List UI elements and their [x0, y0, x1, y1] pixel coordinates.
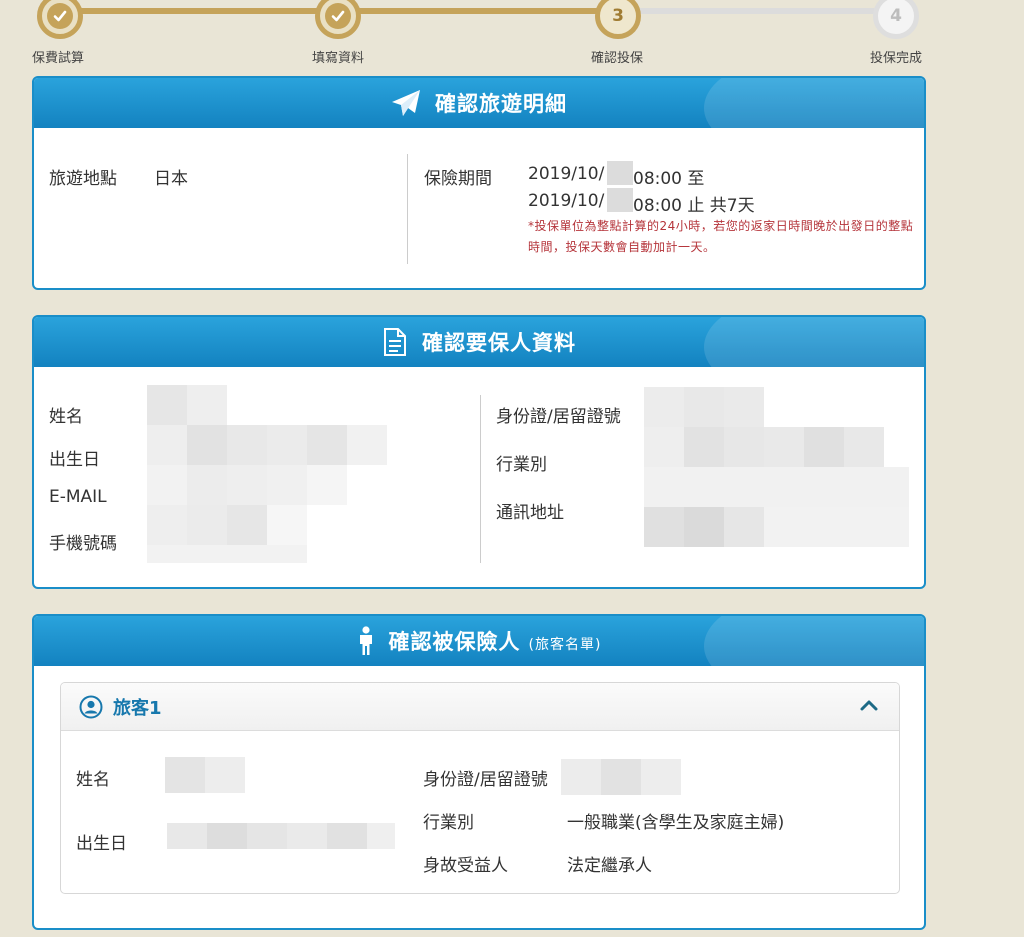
traveler-name-label: 姓名	[76, 770, 110, 790]
period-label: 保險期間	[424, 169, 492, 189]
step-1-circle	[37, 0, 83, 39]
period-end-time: 08:00 止 共7天	[633, 196, 755, 216]
applicant-panel-title: 確認要保人資料	[422, 331, 576, 355]
insured-panel-header: 確認被保險人 (旅客名單)	[34, 616, 924, 666]
collapse-toggle[interactable]	[859, 696, 879, 720]
traveler-card: 旅客1 姓名 出生日 身份證/居留證號 行業別 一般職業(含學生及家庭主婦) 身…	[60, 682, 900, 894]
step-2-label: 填寫資料	[312, 51, 365, 66]
traveler-beneficiary-label: 身故受益人	[423, 856, 508, 876]
applicant-address-label: 通訊地址	[496, 503, 564, 523]
traveler-beneficiary-value: 法定繼承人	[567, 856, 652, 876]
period-start-time: 08:00 至	[633, 169, 705, 189]
applicant-email-label: E-MAIL	[49, 487, 107, 507]
redacted-end-day	[607, 188, 633, 212]
step-1-label: 保費試算	[32, 51, 85, 66]
period-note: *投保單位為整點計算的24小時，若您的返家日時間晚於出發日的整點時間，投保天數會…	[528, 219, 914, 254]
step-4-circle: 4	[873, 0, 919, 39]
redacted-traveler-birth	[167, 823, 395, 849]
check-icon	[331, 10, 345, 22]
traveler-card-title: 旅客1	[113, 697, 162, 719]
vertical-divider	[480, 395, 481, 563]
step-4-label: 投保完成	[870, 51, 923, 66]
applicant-mobile-label: 手機號碼	[49, 534, 117, 554]
applicant-id-label: 身份證/居留證號	[496, 407, 621, 427]
vertical-divider	[407, 154, 408, 264]
step-4-number: 4	[890, 6, 902, 26]
destination-label: 旅遊地點	[49, 169, 117, 189]
chevron-up-icon	[860, 700, 878, 711]
step-connector	[618, 8, 898, 14]
paper-plane-icon	[392, 90, 420, 116]
destination-value: 日本	[154, 169, 188, 189]
redacted-traveler-name	[165, 757, 245, 793]
applicant-panel: 確認要保人資料 姓名 出生日 E-MAIL 手機號碼 身份證/居留證號 行業別 …	[32, 315, 926, 589]
travel-panel-title: 確認旅遊明細	[435, 92, 567, 116]
traveler-occupation-label: 行業別	[423, 813, 474, 833]
step-connector	[338, 8, 618, 14]
applicant-occupation-label: 行業別	[496, 455, 547, 475]
travel-details-panel: 確認旅遊明細 旅遊地點 日本 保險期間 2019/10/ 08:00 至 201…	[32, 76, 926, 290]
traveler-card-header[interactable]: 旅客1	[61, 683, 899, 731]
period-start-date: 2019/10/	[528, 164, 605, 184]
insured-panel-title: 確認被保險人	[388, 630, 521, 654]
step-3-number: 3	[612, 6, 624, 26]
step-2-circle	[315, 0, 361, 39]
traveler-occupation-value: 一般職業(含學生及家庭主婦)	[567, 813, 785, 833]
redacted-start-day	[607, 161, 633, 185]
check-icon	[53, 10, 67, 22]
redacted-applicant-info	[147, 385, 387, 563]
step-3-circle: 3	[595, 0, 641, 39]
person-icon	[359, 626, 372, 655]
progress-stepper: 3 4 保費試算 填寫資料 確認投保 投保完成	[0, 0, 1024, 70]
document-icon	[384, 328, 406, 356]
traveler-birth-label: 出生日	[76, 834, 127, 854]
redacted-traveler-id	[561, 759, 681, 795]
step-connector	[60, 8, 340, 14]
travel-panel-header: 確認旅遊明細	[34, 78, 924, 128]
traveler-id-label: 身份證/居留證號	[423, 770, 548, 790]
redacted-applicant-id-info	[644, 387, 909, 547]
insured-panel: 確認被保險人 (旅客名單) 旅客1 姓名 出生日 身份證/居留證號 行業別 一般…	[32, 614, 926, 930]
applicant-panel-header: 確認要保人資料	[34, 317, 924, 367]
step-3-label: 確認投保	[591, 51, 644, 66]
insured-panel-subtitle: (旅客名單)	[528, 636, 602, 653]
period-end-date: 2019/10/	[528, 191, 605, 211]
user-circle-icon	[79, 695, 103, 718]
applicant-name-label: 姓名	[49, 407, 83, 427]
applicant-birth-label: 出生日	[49, 450, 100, 470]
